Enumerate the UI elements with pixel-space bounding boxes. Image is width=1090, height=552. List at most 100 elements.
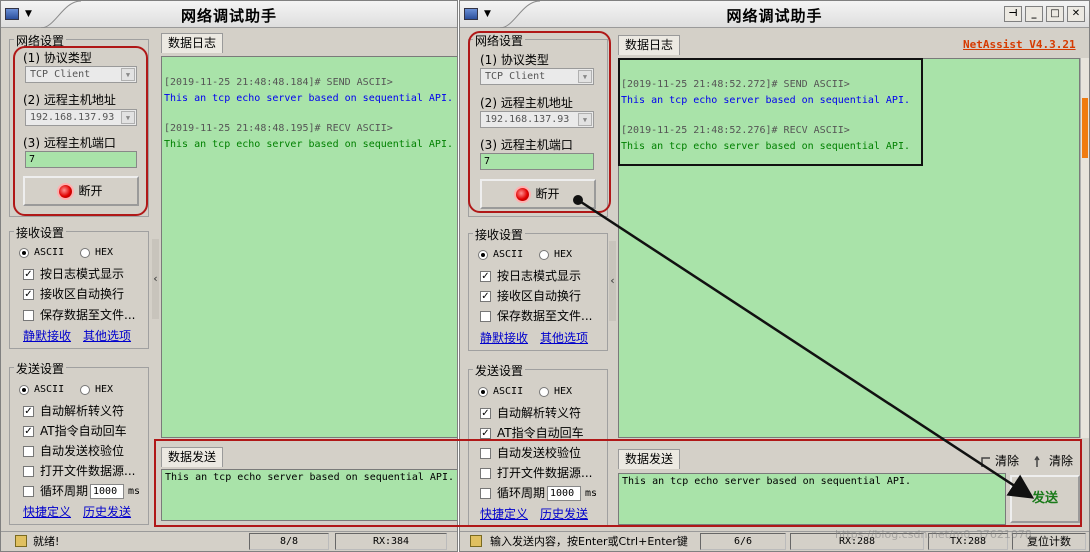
- lock-icon: [15, 535, 27, 547]
- send-hex-radio[interactable]: [79, 384, 90, 395]
- checkbox-label: 自动解析转义符: [40, 404, 125, 418]
- minimize-button[interactable]: _: [1025, 6, 1043, 22]
- recv-log-mode-row[interactable]: ✓ 按日志模式显示: [480, 267, 581, 284]
- annotation-net-settings: [13, 46, 148, 216]
- maximize-button[interactable]: □: [1046, 6, 1064, 22]
- other-options-link[interactable]: 其他选项: [540, 329, 588, 346]
- silent-receive-link[interactable]: 静默接收: [480, 329, 528, 346]
- tab-data-log[interactable]: 数据日志: [161, 33, 224, 53]
- checkbox-unchecked[interactable]: [23, 466, 34, 477]
- lock-icon: [470, 535, 482, 547]
- log-entry-body: This an tcp echo server based on sequent…: [164, 139, 453, 150]
- annotation-send-region: [154, 439, 1082, 527]
- recv-hex-radio[interactable]: [79, 247, 90, 258]
- scrollbar-thumb[interactable]: [1082, 98, 1088, 158]
- group-label: 接收设置: [473, 226, 526, 243]
- radio-label: HEX: [94, 247, 113, 258]
- data-log-pane[interactable]: [2019-11-25 21:48:48.184]# SEND ASCII> T…: [161, 56, 457, 438]
- send-checksum-row[interactable]: 自动发送校验位: [23, 442, 124, 459]
- log-entry-header: [2019-11-25 21:48:48.184]# SEND ASCII>: [164, 77, 393, 88]
- title-bar[interactable]: ▼ 网络调试助手: [1, 1, 457, 28]
- loop-period-input[interactable]: 1000: [90, 484, 125, 499]
- checkbox-unchecked[interactable]: [23, 486, 34, 497]
- checkbox-checked[interactable]: ✓: [23, 289, 34, 300]
- log-scrollbar[interactable]: [1080, 58, 1089, 438]
- checkbox-checked[interactable]: ✓: [23, 269, 34, 280]
- window-title: 网络调试助手: [180, 7, 277, 25]
- title-bar[interactable]: ▼ 网络调试助手 ⊣ _ □ ✕: [460, 1, 1089, 28]
- checkbox-label: 保存数据至文件...: [497, 309, 593, 323]
- panel-splitter[interactable]: ‹: [152, 239, 159, 319]
- log-entry-header: [2019-11-25 21:48:48.195]# RECV ASCII>: [164, 123, 393, 134]
- checkbox-label: AT指令自动回车: [40, 424, 127, 438]
- close-button[interactable]: ✕: [1067, 6, 1085, 22]
- status-bar: 就绪! 8/8 RX:384: [1, 531, 457, 551]
- checkbox-label: 保存数据至文件...: [40, 308, 136, 322]
- watermark-text: https://blog.csdn.net/m0_37621078: [835, 528, 1032, 541]
- recv-ascii-radio[interactable]: [478, 249, 488, 260]
- checkbox-checked[interactable]: ✓: [23, 406, 34, 417]
- send-encoding-row: ASCII HEX: [478, 384, 584, 398]
- pin-icon[interactable]: ⊣: [1004, 6, 1022, 22]
- send-loop-row[interactable]: 循环周期 1000 ms: [23, 482, 152, 499]
- send-open-file-row[interactable]: 打开文件数据源...: [23, 462, 135, 479]
- recv-auto-wrap-row[interactable]: ✓ 接收区自动换行: [480, 287, 581, 304]
- status-count: 8/8: [249, 533, 329, 550]
- log-entry-body: This an tcp echo server based on sequent…: [164, 93, 453, 104]
- annotation-net-settings: [468, 31, 611, 213]
- send-at-row[interactable]: ✓ AT指令自动回车: [23, 422, 127, 439]
- checkbox-unchecked[interactable]: [23, 446, 34, 457]
- brand-version-link[interactable]: NetAssist V4.3.21: [963, 38, 1076, 51]
- send-history-link[interactable]: 历史发送: [83, 503, 131, 520]
- checkbox-label: 按日志模式显示: [497, 269, 582, 283]
- status-rx: RX:384: [335, 533, 447, 550]
- checkbox-checked[interactable]: ✓: [23, 426, 34, 437]
- send-hex-radio[interactable]: [538, 386, 549, 397]
- send-escape-row[interactable]: ✓ 自动解析转义符: [23, 402, 124, 419]
- silent-receive-link[interactable]: 静默接收: [23, 327, 71, 344]
- checkbox-checked[interactable]: ✓: [480, 428, 491, 439]
- checkbox-unchecked[interactable]: [23, 310, 34, 321]
- checkbox-label: 自动发送校验位: [40, 444, 125, 458]
- radio-label: ASCII: [34, 247, 65, 258]
- loop-unit: ms: [128, 486, 141, 497]
- checkbox-checked[interactable]: ✓: [480, 291, 491, 302]
- recv-encoding-row: ASCII HEX: [478, 247, 584, 261]
- recv-save-file-row[interactable]: 保存数据至文件...: [23, 306, 135, 323]
- send-escape-row[interactable]: ✓ 自动解析转义符: [480, 404, 581, 421]
- status-ready: 就绪!: [33, 535, 60, 548]
- radio-label: ASCII: [493, 249, 524, 260]
- checkbox-checked[interactable]: ✓: [480, 271, 491, 282]
- recv-hex-radio[interactable]: [538, 249, 549, 260]
- radio-label: ASCII: [493, 386, 524, 397]
- send-encoding-row: ASCII HEX: [19, 382, 125, 396]
- radio-label: HEX: [553, 249, 572, 260]
- recv-ascii-radio[interactable]: [19, 247, 29, 258]
- checkbox-label: 自动解析转义符: [497, 406, 582, 420]
- checkbox-label: AT指令自动回车: [497, 426, 584, 440]
- checkbox-unchecked[interactable]: [480, 311, 491, 322]
- panel-splitter[interactable]: ‹: [609, 241, 616, 321]
- shortcut-define-link[interactable]: 快捷定义: [23, 503, 71, 520]
- annotation-log-highlight: [618, 58, 923, 166]
- send-ascii-radio[interactable]: [478, 386, 488, 397]
- window-title: 网络调试助手: [726, 7, 823, 25]
- checkbox-label: 接收区自动换行: [40, 287, 125, 301]
- tab-data-log[interactable]: 数据日志: [618, 35, 681, 55]
- checkbox-label: 按日志模式显示: [40, 267, 125, 281]
- window-controls: ⊣ _ □ ✕: [1004, 6, 1085, 22]
- status-hint: 输入发送内容，按Enter或Ctrl+Enter键: [490, 535, 688, 548]
- send-ascii-radio[interactable]: [19, 384, 29, 395]
- radio-label: HEX: [553, 386, 572, 397]
- checkbox-label: 打开文件数据源...: [40, 464, 136, 478]
- group-label: 发送设置: [473, 362, 526, 379]
- recv-log-mode-row[interactable]: ✓ 按日志模式显示: [23, 265, 124, 282]
- other-options-link[interactable]: 其他选项: [83, 327, 131, 344]
- recv-save-file-row[interactable]: 保存数据至文件...: [480, 307, 592, 324]
- checkbox-label: 接收区自动换行: [497, 289, 582, 303]
- checkbox-checked[interactable]: ✓: [480, 408, 491, 419]
- recv-auto-wrap-row[interactable]: ✓ 接收区自动换行: [23, 285, 124, 302]
- radio-label: ASCII: [34, 384, 65, 395]
- checkbox-label: 循环周期: [40, 484, 89, 498]
- radio-label: HEX: [94, 384, 113, 395]
